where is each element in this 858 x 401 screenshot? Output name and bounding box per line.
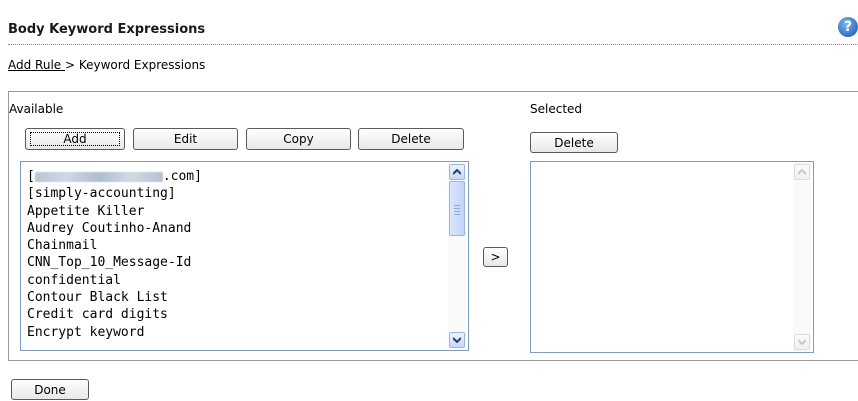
add-button[interactable]: Add	[25, 128, 125, 150]
list-item[interactable]: Credit card digits	[27, 306, 202, 323]
help-icon[interactable]: ?	[838, 17, 858, 37]
list-item-prefix: [	[27, 169, 35, 184]
list-item[interactable]: Contour Black List	[27, 289, 202, 306]
list-item[interactable]: Audrey Coutinho-Anand	[27, 220, 202, 237]
list-item[interactable]: CNN_Top_10_Message-Id	[27, 254, 202, 271]
page-title: Body Keyword Expressions	[8, 22, 206, 37]
list-item[interactable]: [ .com]	[27, 168, 202, 185]
list-item[interactable]: Chainmail	[27, 237, 202, 254]
delete-selected-button[interactable]: Delete	[530, 132, 618, 153]
keyword-selection-panel: Available Selected Add Edit Copy Delete …	[8, 91, 858, 361]
available-scrollbar[interactable]	[448, 162, 466, 350]
redacted-text	[34, 171, 163, 182]
list-item[interactable]: confidential	[27, 272, 202, 289]
scroll-thumb[interactable]	[449, 181, 465, 236]
selected-list[interactable]	[530, 161, 814, 353]
scroll-down-icon[interactable]	[449, 332, 465, 348]
delete-available-button[interactable]: Delete	[358, 128, 464, 150]
scroll-up-icon[interactable]	[449, 164, 465, 180]
done-button[interactable]: Done	[11, 379, 89, 400]
edit-button[interactable]: Edit	[133, 128, 238, 150]
available-items: [ .com] [simply-accounting] Appetite Killer…	[27, 168, 202, 341]
scroll-up-disabled-icon	[794, 164, 810, 180]
available-label: Available	[9, 102, 64, 116]
move-to-selected-button[interactable]: >	[483, 247, 508, 267]
selected-scrollbar	[793, 162, 811, 352]
available-list[interactable]: [ .com] [simply-accounting] Appetite Killer…	[20, 161, 469, 351]
breadcrumb-add-rule-link[interactable]: Add Rule	[8, 58, 65, 72]
list-item[interactable]: [simply-accounting]	[27, 185, 202, 202]
list-item-suffix: .com]	[162, 169, 202, 184]
list-item[interactable]: Encrypt keyword	[27, 324, 202, 341]
selected-label: Selected	[530, 102, 583, 116]
copy-button[interactable]: Copy	[246, 128, 351, 150]
breadcrumb: Add Rule > Keyword Expressions	[8, 58, 205, 72]
scroll-down-disabled-icon	[794, 334, 810, 350]
breadcrumb-current: > Keyword Expressions	[64, 58, 206, 72]
title-divider	[8, 44, 858, 45]
list-item[interactable]: Appetite Killer	[27, 203, 202, 220]
